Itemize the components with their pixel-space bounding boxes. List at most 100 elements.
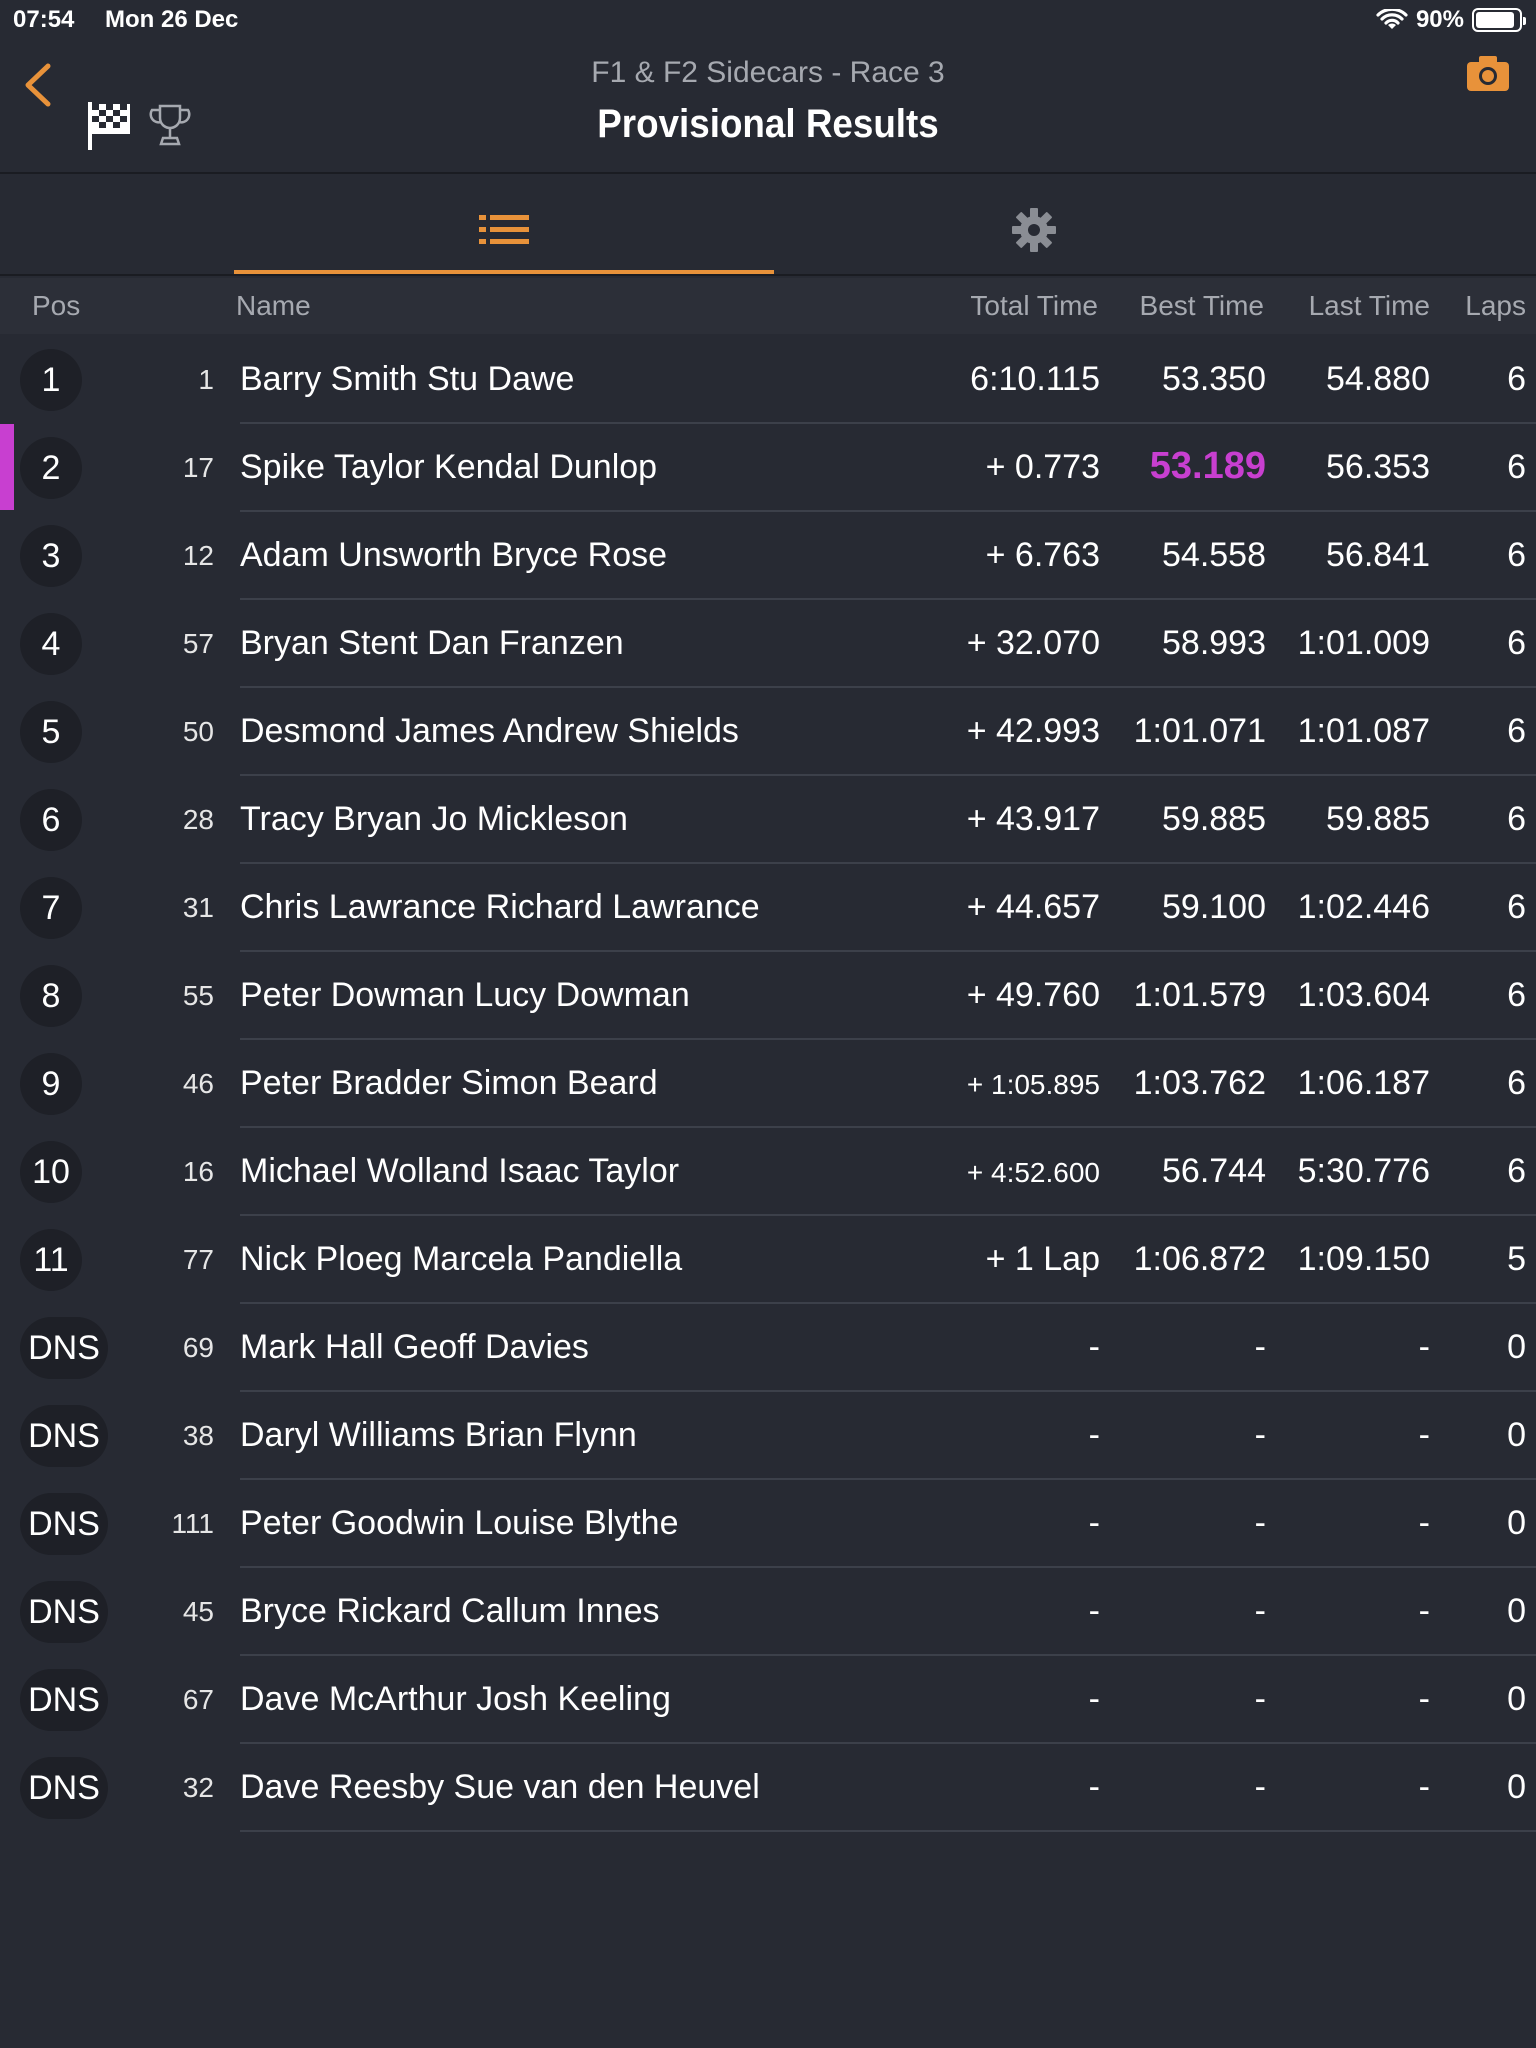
- table-row[interactable]: 3 12 Adam Unsworth Bryce Rose + 6.763 54.558…: [0, 512, 1536, 600]
- table-row[interactable]: 1 1 Barry Smith Stu Dawe 6:10.115 53.350 54.8…: [0, 336, 1536, 424]
- competitor-number: 46: [182, 1068, 214, 1099]
- laps-count: 0: [1507, 1416, 1526, 1454]
- last-time: -: [1418, 1680, 1430, 1718]
- laps-count: 6: [1507, 536, 1526, 574]
- competitor-number: 32: [182, 1772, 214, 1803]
- position-badge: DNS: [20, 1317, 108, 1379]
- table-row[interactable]: DNS 67 Dave McArthur Josh Keeling - - - 0: [0, 1656, 1536, 1744]
- competitor-number: 16: [182, 1156, 214, 1187]
- total-time: + 43.917: [966, 800, 1100, 838]
- laps-count: 0: [1507, 1328, 1526, 1366]
- last-time: -: [1418, 1768, 1430, 1806]
- best-time: -: [1254, 1328, 1266, 1366]
- total-time: -: [1088, 1504, 1100, 1542]
- table-row[interactable]: DNS 69 Mark Hall Geoff Davies - - - 0: [0, 1304, 1536, 1392]
- last-time: -: [1418, 1328, 1430, 1366]
- total-time: -: [1088, 1768, 1100, 1806]
- last-time: 59.885: [1326, 800, 1430, 838]
- best-time: 56.744: [1162, 1152, 1266, 1190]
- best-time: -: [1254, 1592, 1266, 1630]
- column-header-pos[interactable]: Pos: [32, 290, 80, 322]
- table-row[interactable]: 11 77 Nick Ploeg Marcela Pandiella + 1 Lap 1…: [0, 1216, 1536, 1304]
- last-time: 5:30.776: [1297, 1152, 1430, 1190]
- last-time: 1:02.446: [1297, 888, 1430, 926]
- best-time: 53.189: [1149, 445, 1266, 487]
- laps-count: 6: [1507, 888, 1526, 926]
- competitor-number: 111: [171, 1508, 214, 1539]
- competitor-number: 45: [182, 1596, 214, 1627]
- competitor-number: 77: [182, 1244, 214, 1275]
- best-time: 54.558: [1162, 536, 1266, 574]
- position-badge: DNS: [20, 1581, 108, 1643]
- competitor-name: Tracy Bryan Jo Mickleson: [240, 800, 628, 838]
- position-badge: DNS: [20, 1669, 108, 1731]
- position-badge: 9: [20, 1053, 82, 1115]
- competitor-name: Nick Ploeg Marcela Pandiella: [240, 1240, 683, 1278]
- best-time: -: [1254, 1680, 1266, 1718]
- nav-bar: F1 & F2 Sidecars - Race 3 Provisional Re…: [0, 40, 1536, 174]
- column-header-best-time[interactable]: Best Time: [1140, 290, 1264, 322]
- laps-count: 6: [1507, 712, 1526, 750]
- table-row[interactable]: DNS 38 Daryl Williams Brian Flynn - - - 0: [0, 1392, 1536, 1480]
- column-header-total-time[interactable]: Total Time: [970, 290, 1098, 322]
- column-header-laps[interactable]: Laps: [1465, 290, 1526, 322]
- laps-count: 6: [1507, 800, 1526, 838]
- competitor-number: 69: [182, 1332, 214, 1363]
- table-row[interactable]: 8 55 Peter Dowman Lucy Dowman + 49.760 1:01.…: [0, 952, 1536, 1040]
- competitor-number: 50: [182, 716, 214, 747]
- table-row[interactable]: DNS 111 Peter Goodwin Louise Blythe - - - 0: [0, 1480, 1536, 1568]
- competitor-name: Adam Unsworth Bryce Rose: [240, 536, 668, 574]
- table-row[interactable]: 7 31 Chris Lawrance Richard Lawrance + 44.6…: [0, 864, 1536, 952]
- position-badge: DNS: [20, 1757, 108, 1819]
- competitor-name: Spike Taylor Kendal Dunlop: [240, 448, 658, 486]
- table-row[interactable]: 5 50 Desmond James Andrew Shields + 42.993 1…: [0, 688, 1536, 776]
- total-time: + 1 Lap: [985, 1240, 1100, 1278]
- best-time: 1:03.762: [1133, 1064, 1266, 1102]
- laps-count: 6: [1507, 1152, 1526, 1190]
- competitor-name: Dave McArthur Josh Keeling: [240, 1680, 671, 1718]
- competitor-name: Bryce Rickard Callum Innes: [240, 1592, 660, 1630]
- tab-settings[interactable]: [774, 176, 1294, 274]
- best-time: 59.100: [1162, 888, 1266, 926]
- table-row[interactable]: 10 16 Michael Wolland Isaac Taylor + 4:52.6…: [0, 1128, 1536, 1216]
- laps-count: 6: [1507, 360, 1526, 398]
- table-row[interactable]: 9 46 Peter Bradder Simon Beard + 1:05.895 1:…: [0, 1040, 1536, 1128]
- table-row[interactable]: 6 28 Tracy Bryan Jo Mickleson + 43.917 59.88…: [0, 776, 1536, 864]
- list-icon: [479, 215, 529, 244]
- position-badge: 11: [20, 1229, 82, 1291]
- column-header-last-time[interactable]: Last Time: [1309, 290, 1430, 322]
- position-badge: 3: [20, 525, 82, 587]
- last-time: -: [1418, 1592, 1430, 1630]
- column-header-name[interactable]: Name: [236, 290, 311, 322]
- competitor-number: 12: [182, 540, 214, 571]
- competitor-name: Mark Hall Geoff Davies: [240, 1328, 589, 1366]
- page-title: Provisional Results: [597, 102, 939, 146]
- table-row[interactable]: DNS 45 Bryce Rickard Callum Innes - - - 0: [0, 1568, 1536, 1656]
- competitor-name: Michael Wolland Isaac Taylor: [240, 1152, 680, 1190]
- tab-bar: [0, 176, 1536, 276]
- position-badge: 4: [20, 613, 82, 675]
- total-time: + 42.993: [966, 712, 1100, 750]
- table-row[interactable]: 4 57 Bryan Stent Dan Franzen + 32.070 58.993…: [0, 600, 1536, 688]
- best-time: 59.885: [1162, 800, 1266, 838]
- laps-count: 6: [1507, 976, 1526, 1014]
- total-time: + 44.657: [966, 888, 1100, 926]
- camera-icon[interactable]: [1466, 54, 1510, 92]
- laps-count: 0: [1507, 1592, 1526, 1630]
- laps-count: 6: [1507, 1064, 1526, 1102]
- competitor-name: Peter Goodwin Louise Blythe: [240, 1504, 679, 1542]
- battery-icon: [1472, 8, 1526, 32]
- wifi-icon: [1376, 9, 1408, 29]
- total-time: + 1:05.895: [966, 1069, 1100, 1100]
- table-row[interactable]: DNS 32 Dave Reesby Sue van den Heuvel - - - 0: [0, 1744, 1536, 1832]
- total-time: -: [1088, 1592, 1100, 1630]
- table-row[interactable]: 2 17 Spike Taylor Kendal Dunlop + 0.773 53.1…: [0, 424, 1536, 512]
- last-time: 56.353: [1326, 448, 1430, 486]
- last-time: 1:01.009: [1297, 624, 1430, 662]
- tab-results-list[interactable]: [234, 176, 774, 274]
- laps-count: 6: [1507, 448, 1526, 486]
- best-time: 58.993: [1162, 624, 1266, 662]
- row-divider: [240, 1830, 1536, 1832]
- battery-percent: 90%: [1415, 6, 1464, 33]
- position-badge: 8: [20, 965, 82, 1027]
